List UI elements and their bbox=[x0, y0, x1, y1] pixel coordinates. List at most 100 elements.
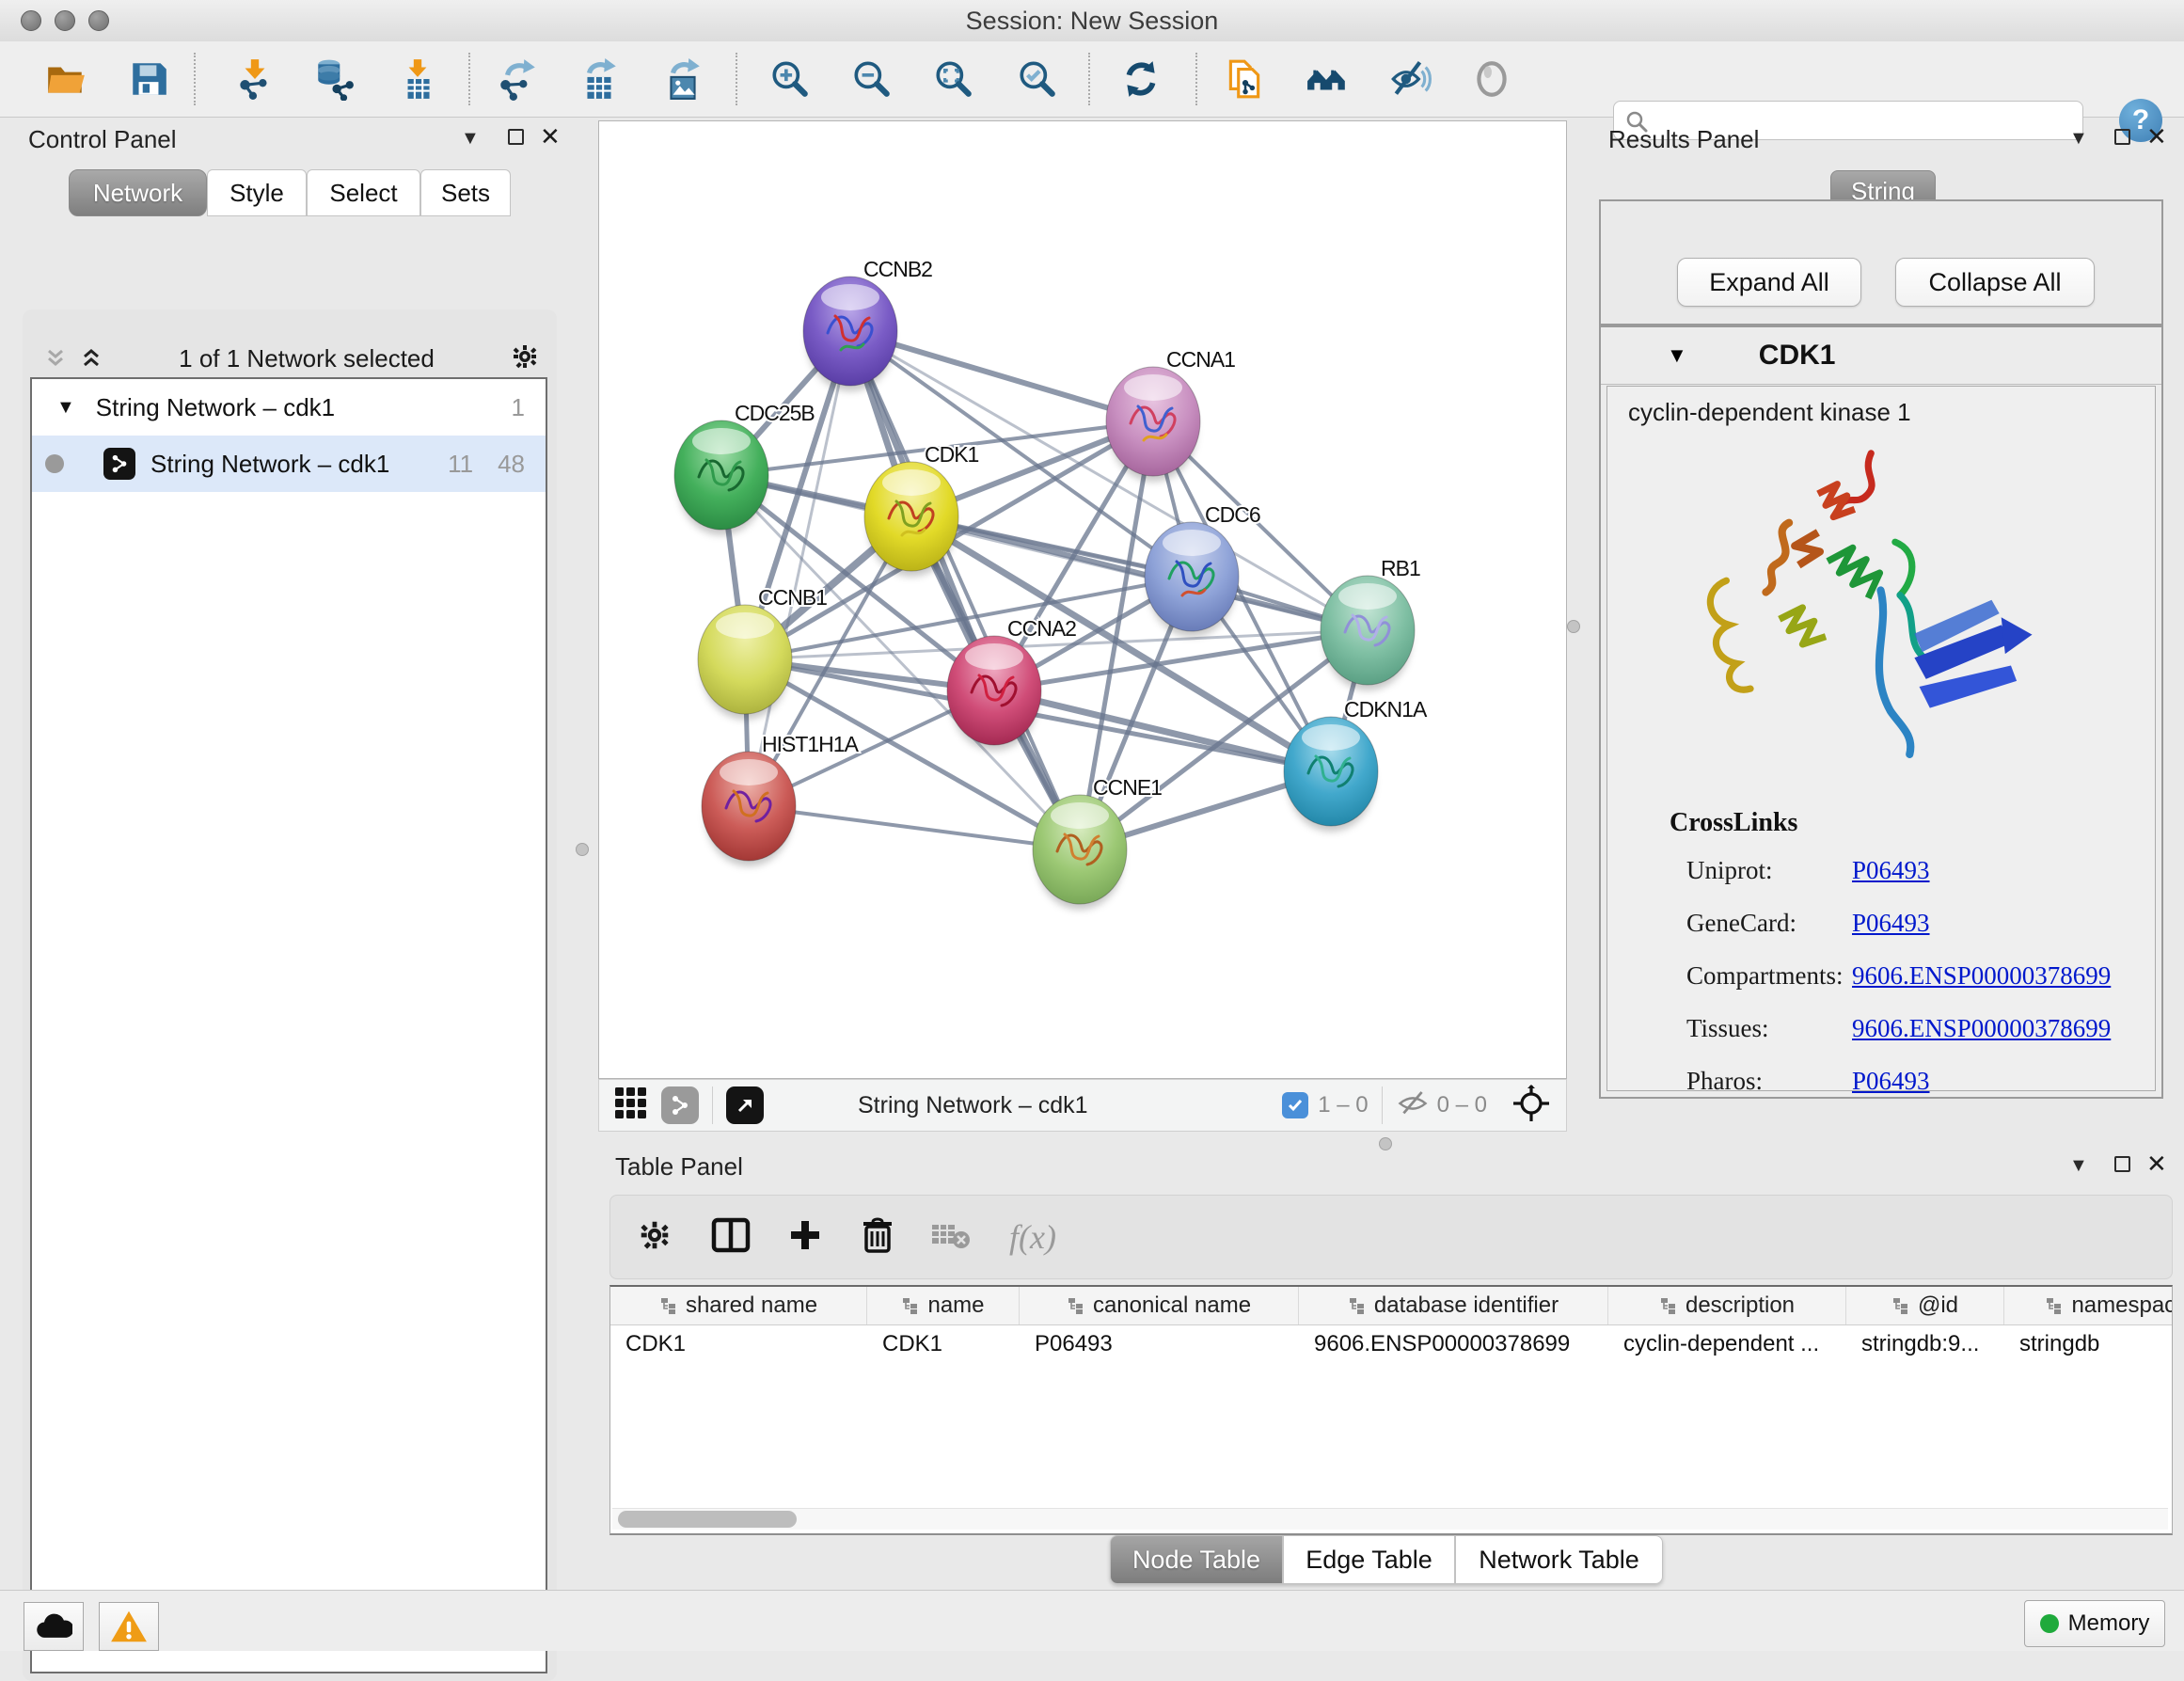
network-edge[interactable] bbox=[850, 331, 1080, 849]
crosslink-genecard[interactable]: P06493 bbox=[1852, 909, 1930, 938]
protein-structure-image bbox=[1673, 436, 2049, 784]
results-actions-box: Expand All Collapse All bbox=[1599, 199, 2163, 325]
network-collection-row[interactable]: ▼ String Network – cdk1 1 bbox=[32, 379, 546, 436]
memory-label: Memory bbox=[2068, 1610, 2150, 1637]
crosslink-label: GeneCard: bbox=[1686, 909, 1852, 938]
gene-header-row[interactable]: ▼ CDK1 bbox=[1601, 327, 2161, 385]
zoom-out-icon[interactable] bbox=[847, 55, 896, 103]
control-panel-close-icon[interactable]: ✕ bbox=[540, 127, 561, 146]
tab-style[interactable]: Style bbox=[207, 169, 307, 216]
node-count: 11 bbox=[448, 450, 473, 479]
tab-select[interactable]: Select bbox=[307, 169, 420, 216]
network-type-icon bbox=[103, 448, 135, 480]
import-table-icon[interactable] bbox=[393, 55, 442, 103]
network-edge[interactable] bbox=[749, 806, 1080, 849]
edge-count: 48 bbox=[498, 450, 525, 479]
tab-network-table[interactable]: Network Table bbox=[1455, 1535, 1663, 1584]
refresh-icon[interactable] bbox=[1116, 55, 1165, 103]
table-tabs: Node Table Edge Table Network Table bbox=[1110, 1535, 1663, 1584]
column-header-database-identifier[interactable]: database identifier bbox=[1299, 1287, 1608, 1324]
column-header-canonical-name[interactable]: canonical name bbox=[1020, 1287, 1299, 1324]
preview-eye-icon[interactable] bbox=[1467, 55, 1516, 103]
control-panel-collapse-icon[interactable]: ▼ bbox=[461, 128, 480, 150]
results-panel-collapse-icon[interactable]: ▼ bbox=[2069, 128, 2088, 150]
collapse-all-networks-icon[interactable] bbox=[43, 346, 68, 371]
table-panel-close-icon[interactable]: ✕ bbox=[2146, 1154, 2167, 1173]
cloud-button[interactable] bbox=[24, 1602, 84, 1651]
toggle-visibility-icon[interactable] bbox=[1385, 55, 1434, 103]
splitter-handle[interactable] bbox=[1567, 620, 1580, 633]
network-canvas[interactable]: CCNB2CCNA1CDC25BCDK1CDC6RB1CCNB1CCNA2CDK… bbox=[598, 120, 1567, 1079]
selected-checkbox-icon[interactable] bbox=[1282, 1092, 1308, 1118]
collapse-all-button[interactable]: Collapse All bbox=[1895, 258, 2095, 307]
tab-network[interactable]: Network bbox=[69, 169, 207, 216]
zoom-in-icon[interactable] bbox=[766, 55, 815, 103]
tree-expand-icon[interactable]: ▼ bbox=[56, 397, 75, 419]
crosshair-icon[interactable] bbox=[1511, 1084, 1551, 1128]
column-header-shared-name[interactable]: shared name bbox=[610, 1287, 867, 1324]
export-network-icon[interactable] bbox=[493, 55, 542, 103]
share-document-icon[interactable] bbox=[1220, 55, 1269, 103]
zoom-selected-icon[interactable] bbox=[1013, 55, 1062, 103]
export-table-icon[interactable] bbox=[575, 55, 624, 103]
crosslink-compartments[interactable]: 9606.ENSP00000378699 bbox=[1852, 961, 2111, 991]
control-panel-float-icon[interactable] bbox=[508, 129, 524, 145]
column-header-description[interactable]: description bbox=[1608, 1287, 1846, 1324]
tab-sets[interactable]: Sets bbox=[420, 169, 511, 216]
column-header-name[interactable]: name bbox=[867, 1287, 1020, 1324]
results-panel-close-icon[interactable]: ✕ bbox=[2146, 127, 2167, 146]
network-node-label: HIST1H1A bbox=[762, 732, 860, 756]
import-network-icon[interactable] bbox=[230, 55, 279, 103]
scrollbar-thumb[interactable] bbox=[618, 1511, 797, 1528]
splitter-handle[interactable] bbox=[576, 843, 589, 856]
cell-canonical-name: P06493 bbox=[1020, 1325, 1299, 1363]
save-icon[interactable] bbox=[124, 55, 173, 103]
warning-button[interactable] bbox=[99, 1602, 159, 1651]
network-node-label: RB1 bbox=[1381, 556, 1420, 580]
network-view-toolbar: String Network – cdk1 1 – 0 0 – 0 bbox=[598, 1079, 1567, 1132]
table-row[interactable]: CDK1 CDK1 P06493 9606.ENSP00000378699 cy… bbox=[610, 1325, 2172, 1363]
import-database-icon[interactable] bbox=[309, 55, 358, 103]
crosslink-uniprot[interactable]: P06493 bbox=[1852, 856, 1930, 885]
column-header-id[interactable]: @id bbox=[1846, 1287, 2004, 1324]
results-panel-float-icon[interactable] bbox=[2114, 129, 2130, 145]
control-panel-title: Control Panel bbox=[28, 125, 177, 154]
expand-all-networks-icon[interactable] bbox=[79, 346, 103, 371]
delete-table-icon[interactable] bbox=[930, 1219, 972, 1256]
results-entry-box: ▼ CDK1 cyclin-dependent kinase 1 bbox=[1599, 325, 2163, 1099]
network-list: ▼ String Network – cdk1 1 String Network… bbox=[30, 377, 547, 1673]
birdseye-grid-icon[interactable] bbox=[614, 1086, 648, 1125]
gene-collapse-icon[interactable]: ▼ bbox=[1667, 343, 1687, 368]
crosslink-pharos[interactable]: P06493 bbox=[1852, 1067, 1930, 1096]
function-builder-icon[interactable]: f(x) bbox=[1009, 1217, 1056, 1257]
export-image-icon[interactable] bbox=[658, 55, 707, 103]
show-columns-icon[interactable] bbox=[710, 1216, 752, 1259]
table-panel-float-icon[interactable] bbox=[2114, 1156, 2130, 1172]
network-row-selected[interactable]: String Network – cdk1 11 48 bbox=[32, 436, 546, 492]
open-in-window-icon[interactable] bbox=[726, 1086, 764, 1124]
home-icon[interactable] bbox=[1303, 55, 1352, 103]
tab-edge-table[interactable]: Edge Table bbox=[1283, 1535, 1455, 1584]
control-panel: Control Panel ▼ ✕ Network Style Select S… bbox=[8, 117, 564, 1590]
network-options-gear-icon[interactable] bbox=[510, 341, 540, 376]
memory-button[interactable]: Memory bbox=[2024, 1600, 2165, 1647]
column-header-namespace[interactable]: namespace bbox=[2004, 1287, 2173, 1324]
network-share-icon[interactable] bbox=[661, 1086, 699, 1124]
main-toolbar: ? bbox=[0, 41, 2184, 118]
open-folder-icon[interactable] bbox=[41, 55, 90, 103]
crosslink-label: Tissues: bbox=[1686, 1014, 1852, 1043]
expand-all-button[interactable]: Expand All bbox=[1677, 258, 1861, 307]
add-column-icon[interactable] bbox=[787, 1217, 823, 1258]
delete-column-icon[interactable] bbox=[859, 1215, 896, 1260]
hidden-eye-icon[interactable] bbox=[1396, 1088, 1430, 1123]
network-node-label: CCNB1 bbox=[758, 585, 827, 610]
table-settings-gear-icon[interactable] bbox=[637, 1217, 673, 1258]
horizontal-scrollbar[interactable] bbox=[612, 1508, 2168, 1530]
crosslink-tissues[interactable]: 9606.ENSP00000378699 bbox=[1852, 1014, 2111, 1043]
tab-node-table[interactable]: Node Table bbox=[1110, 1535, 1283, 1584]
network-node-label: CDKN1A bbox=[1344, 697, 1428, 722]
table-panel-collapse-icon[interactable]: ▼ bbox=[2069, 1155, 2088, 1177]
cell-id: stringdb:9... bbox=[1846, 1325, 2004, 1363]
zoom-fit-icon[interactable] bbox=[929, 55, 978, 103]
current-network-name: String Network – cdk1 bbox=[858, 1092, 1088, 1119]
